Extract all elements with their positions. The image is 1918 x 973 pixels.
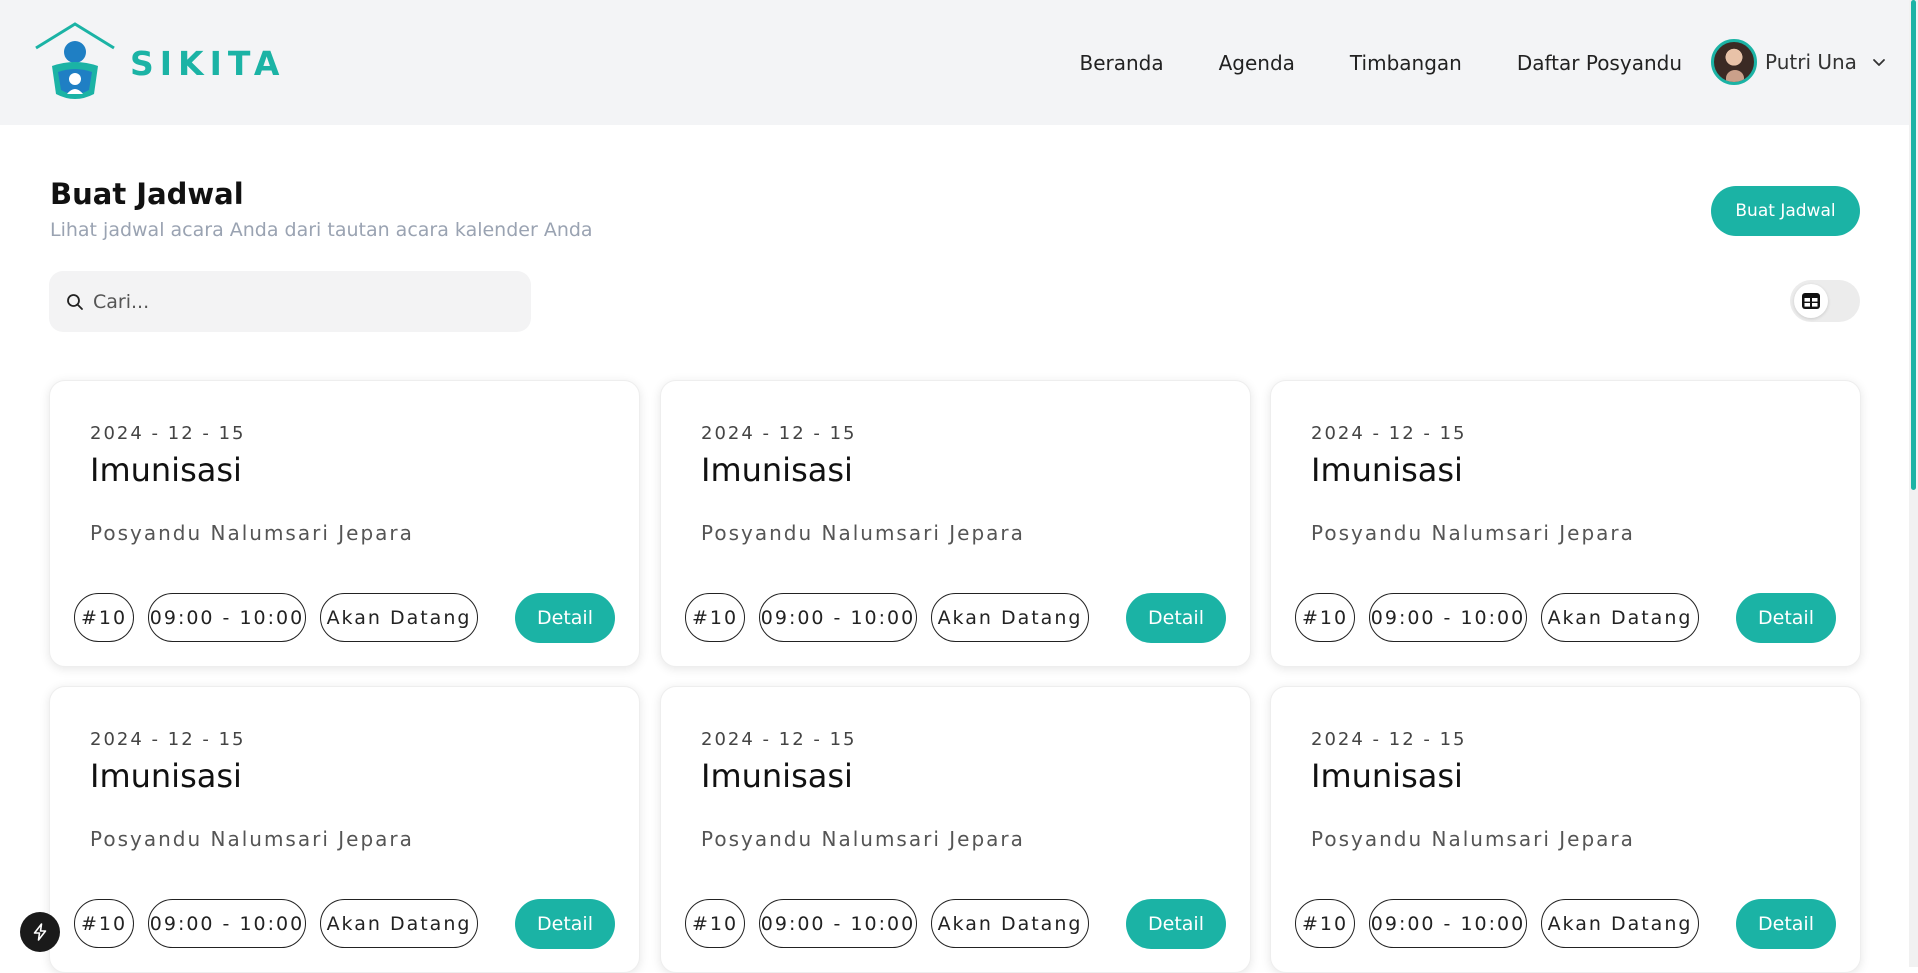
card-title: Imunisasi	[90, 451, 242, 489]
card-location: Posyandu Nalumsari Jepara	[701, 521, 1025, 545]
nav-link-timbangan[interactable]: Timbangan	[1350, 51, 1462, 75]
card-location: Posyandu Nalumsari Jepara	[90, 827, 414, 851]
card-status-chip: Akan Datang	[1541, 899, 1699, 948]
card-title: Imunisasi	[90, 757, 242, 795]
table-view-icon	[1802, 293, 1820, 309]
card-title: Imunisasi	[701, 451, 853, 489]
nav-links: Beranda Agenda Timbangan Daftar Posyandu	[1079, 0, 1682, 125]
card-number-chip: #10	[1295, 593, 1355, 642]
user-name: Putri Una	[1765, 50, 1857, 74]
brand-name: SIKITA	[130, 43, 286, 83]
sikita-logo-icon	[35, 22, 115, 99]
card-time-chip: 09:00 - 10:00	[759, 899, 917, 948]
card-time-chip: 09:00 - 10:00	[148, 593, 306, 642]
quick-action-button[interactable]	[20, 912, 60, 952]
create-schedule-button[interactable]: Buat Jadwal	[1711, 186, 1860, 236]
detail-button[interactable]: Detail	[1126, 593, 1226, 643]
page-title: Buat Jadwal	[50, 177, 244, 211]
detail-button[interactable]: Detail	[515, 593, 615, 643]
search-box[interactable]	[49, 271, 531, 332]
detail-button[interactable]: Detail	[1736, 899, 1836, 949]
chevron-down-icon	[1873, 59, 1885, 66]
toggle-knob	[1794, 284, 1828, 318]
card-time-chip: 09:00 - 10:00	[1369, 593, 1527, 642]
card-status-chip: Akan Datang	[1541, 593, 1699, 642]
scrollbar[interactable]	[1909, 0, 1918, 967]
search-icon	[67, 293, 83, 310]
card-date: 2024 - 12 - 15	[701, 729, 857, 750]
view-toggle[interactable]	[1790, 280, 1860, 322]
card-status-chip: Akan Datang	[320, 899, 478, 948]
brand[interactable]: SIKITA	[32, 22, 285, 104]
detail-button[interactable]: Detail	[515, 899, 615, 949]
user-menu[interactable]: Putri Una	[1711, 39, 1887, 85]
page-subtitle: Lihat jadwal acara Anda dari tautan acar…	[50, 219, 593, 241]
card-title: Imunisasi	[701, 757, 853, 795]
card-status-chip: Akan Datang	[931, 593, 1089, 642]
card-date: 2024 - 12 - 15	[90, 729, 246, 750]
card-location: Posyandu Nalumsari Jepara	[1311, 521, 1635, 545]
detail-button[interactable]: Detail	[1736, 593, 1836, 643]
card-time-chip: 09:00 - 10:00	[1369, 899, 1527, 948]
card-status-chip: Akan Datang	[931, 899, 1089, 948]
nav-link-beranda[interactable]: Beranda	[1079, 51, 1163, 75]
card-number-chip: #10	[685, 899, 745, 948]
nav-link-daftar-posyandu[interactable]: Daftar Posyandu	[1517, 51, 1682, 75]
schedule-card: 2024 - 12 - 15 Imunisasi Posyandu Nalums…	[49, 380, 640, 667]
card-location: Posyandu Nalumsari Jepara	[90, 521, 414, 545]
lightning-icon	[33, 923, 47, 941]
search-input[interactable]	[93, 290, 513, 313]
card-location: Posyandu Nalumsari Jepara	[1311, 827, 1635, 851]
schedule-card: 2024 - 12 - 15 Imunisasi Posyandu Nalums…	[1270, 686, 1861, 973]
avatar	[1711, 39, 1757, 85]
schedule-card: 2024 - 12 - 15 Imunisasi Posyandu Nalums…	[49, 686, 640, 973]
schedule-card: 2024 - 12 - 15 Imunisasi Posyandu Nalums…	[660, 686, 1251, 973]
card-date: 2024 - 12 - 15	[90, 423, 246, 444]
card-date: 2024 - 12 - 15	[701, 423, 857, 444]
card-number-chip: #10	[74, 899, 134, 948]
card-date: 2024 - 12 - 15	[1311, 423, 1467, 444]
scrollbar-thumb[interactable]	[1911, 0, 1916, 490]
card-time-chip: 09:00 - 10:00	[148, 899, 306, 948]
nav-link-agenda[interactable]: Agenda	[1219, 51, 1295, 75]
schedule-card: 2024 - 12 - 15 Imunisasi Posyandu Nalums…	[660, 380, 1251, 667]
card-number-chip: #10	[74, 593, 134, 642]
card-time-chip: 09:00 - 10:00	[759, 593, 917, 642]
card-date: 2024 - 12 - 15	[1311, 729, 1467, 750]
card-location: Posyandu Nalumsari Jepara	[701, 827, 1025, 851]
card-number-chip: #10	[1295, 899, 1355, 948]
card-title: Imunisasi	[1311, 757, 1463, 795]
card-number-chip: #10	[685, 593, 745, 642]
top-navbar: SIKITA Beranda Agenda Timbangan Daftar P…	[0, 0, 1909, 125]
schedule-card: 2024 - 12 - 15 Imunisasi Posyandu Nalums…	[1270, 380, 1861, 667]
card-title: Imunisasi	[1311, 451, 1463, 489]
detail-button[interactable]: Detail	[1126, 899, 1226, 949]
card-status-chip: Akan Datang	[320, 593, 478, 642]
